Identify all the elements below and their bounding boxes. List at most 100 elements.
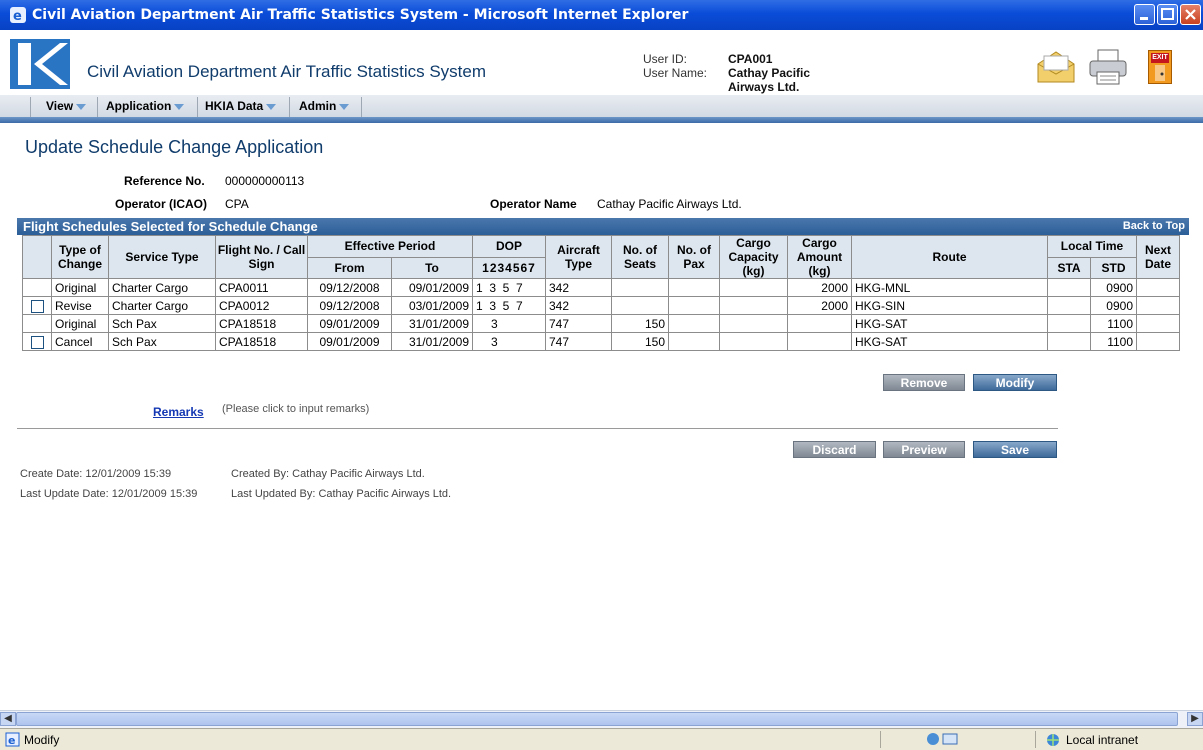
cell-from: 09/12/2008 (307, 296, 392, 315)
menu-view[interactable]: View (46, 99, 87, 115)
cell-dop: 1 3 5 7 (472, 278, 546, 297)
exit-button[interactable]: EXIT (1148, 50, 1172, 84)
cell-sta (1047, 332, 1091, 351)
cell-dop: 1 3 5 7 (472, 296, 546, 315)
cell-route: HKG-MNL (851, 278, 1048, 297)
cell-from: 09/01/2009 (307, 314, 392, 333)
save-button[interactable]: Save (973, 441, 1057, 458)
last-updated-by: Last Updated By: Cathay Pacific Airways … (231, 488, 452, 500)
cell-seats (611, 278, 669, 297)
header-flight-no: Flight No. / Call Sign (215, 235, 308, 279)
header-select (22, 235, 52, 279)
minimize-icon (1140, 17, 1148, 20)
header-route: Route (851, 235, 1048, 279)
menu-separator (97, 97, 98, 117)
menu-bar: View Application HKIA Data Admin (0, 95, 1203, 123)
printer-icon[interactable] (1088, 48, 1128, 86)
cell-service-type: Sch Pax (108, 332, 216, 351)
cell-cargo-capacity (719, 314, 788, 333)
operator-name-label: Operator Name (490, 197, 577, 211)
scroll-left-button[interactable]: ◀ (0, 712, 16, 726)
cell-cargo-amount (787, 332, 852, 351)
cell-select (22, 314, 52, 333)
divider (17, 428, 1058, 429)
menu-hkia-data[interactable]: HKIA Data (205, 99, 277, 115)
app-header: Civil Aviation Department Air Traffic St… (0, 30, 1203, 95)
header-type-of-change: Type of Change (51, 235, 109, 279)
modify-button[interactable]: Modify (973, 374, 1057, 391)
cell-type: Original (51, 314, 109, 333)
created-by: Created By: Cathay Pacific Airways Ltd. (231, 468, 425, 480)
svg-text:e: e (8, 734, 15, 747)
reference-no-value: 000000000113 (225, 174, 305, 188)
window-title: Civil Aviation Department Air Traffic St… (32, 7, 689, 23)
preview-button[interactable]: Preview (883, 441, 965, 458)
cell-select (22, 278, 52, 297)
remarks-hint: (Please click to input remarks) (222, 403, 370, 415)
cell-pax (668, 296, 720, 315)
cell-dop: 3 (472, 314, 546, 333)
cell-to: 31/01/2009 (391, 314, 473, 333)
menu-view-label: View (46, 99, 74, 113)
cell-aircraft: 747 (545, 332, 612, 351)
cell-cargo-capacity (719, 296, 788, 315)
cell-type: Original (51, 278, 109, 297)
operator-name-value: Cathay Pacific Airways Ltd. (597, 197, 742, 211)
menu-application-label: Application (106, 99, 172, 113)
minimize-button[interactable] (1134, 4, 1155, 25)
menu-separator (289, 97, 290, 117)
maximize-button[interactable] (1157, 4, 1178, 25)
cell-from: 09/01/2009 (307, 332, 392, 351)
cell-next-date (1136, 296, 1180, 315)
horizontal-scrollbar[interactable]: ◀ ▶ (0, 710, 1203, 728)
ie-icon: e (10, 7, 26, 23)
cell-std: 0900 (1090, 278, 1137, 297)
cell-std: 0900 (1090, 296, 1137, 315)
scroll-thumb[interactable] (16, 712, 1178, 726)
cell-service-type: Charter Cargo (108, 278, 216, 297)
exit-door-icon (1155, 65, 1165, 81)
user-id-value: CPA001 (728, 52, 773, 66)
cell-route: HKG-SAT (851, 332, 1048, 351)
menu-admin[interactable]: Admin (299, 99, 350, 115)
cell-next-date (1136, 332, 1180, 351)
header-aircraft-type: Aircraft Type (545, 235, 612, 279)
table-row: Cancel Sch Pax CPA18518 09/01/2009 31/01/200… (22, 332, 1180, 351)
status-divider (880, 731, 881, 748)
chevron-down-icon (339, 103, 350, 110)
schedule-table: Type of Change Service Type Flight No. /… (22, 235, 1180, 351)
last-update-date: Last Update Date: 12/01/2009 15:39 (20, 488, 198, 500)
header-local-time: Local Time (1047, 235, 1137, 258)
user-name-line2: Airways Ltd. (728, 80, 800, 94)
cell-cargo-capacity (719, 332, 788, 351)
header-cargo-capacity: Cargo Capacity (kg) (719, 235, 788, 279)
menu-separator (197, 97, 198, 117)
intranet-globe-icon (1047, 734, 1059, 746)
discard-button[interactable]: Discard (793, 441, 876, 458)
reference-no-label: Reference No. (124, 174, 205, 188)
close-button[interactable] (1180, 4, 1201, 25)
cell-route: HKG-SAT (851, 314, 1048, 333)
menu-hkia-label: HKIA Data (205, 99, 264, 113)
cell-flight-no: CPA0011 (215, 278, 308, 297)
cell-type: Cancel (51, 332, 109, 351)
cell-std: 1100 (1090, 332, 1137, 351)
cell-from: 09/12/2008 (307, 278, 392, 297)
exit-label: EXIT (1151, 53, 1169, 63)
cell-sta (1047, 296, 1091, 315)
section-title: Flight Schedules Selected for Schedule C… (23, 219, 318, 234)
row-checkbox[interactable] (30, 299, 44, 313)
scroll-right-button[interactable]: ▶ (1187, 712, 1203, 726)
remarks-link[interactable]: Remarks (153, 405, 204, 419)
back-to-top-link[interactable]: Back to Top (1123, 220, 1185, 232)
cell-pax (668, 278, 720, 297)
chevron-down-icon (266, 103, 277, 110)
cell-to: 03/01/2009 (391, 296, 473, 315)
mail-icon[interactable] (1036, 50, 1076, 86)
header-to: To (391, 256, 473, 279)
remove-button[interactable]: Remove (883, 374, 965, 391)
header-dop: DOP (472, 235, 546, 258)
cell-pax (668, 314, 720, 333)
row-checkbox[interactable] (30, 335, 44, 349)
menu-application[interactable]: Application (106, 99, 185, 115)
